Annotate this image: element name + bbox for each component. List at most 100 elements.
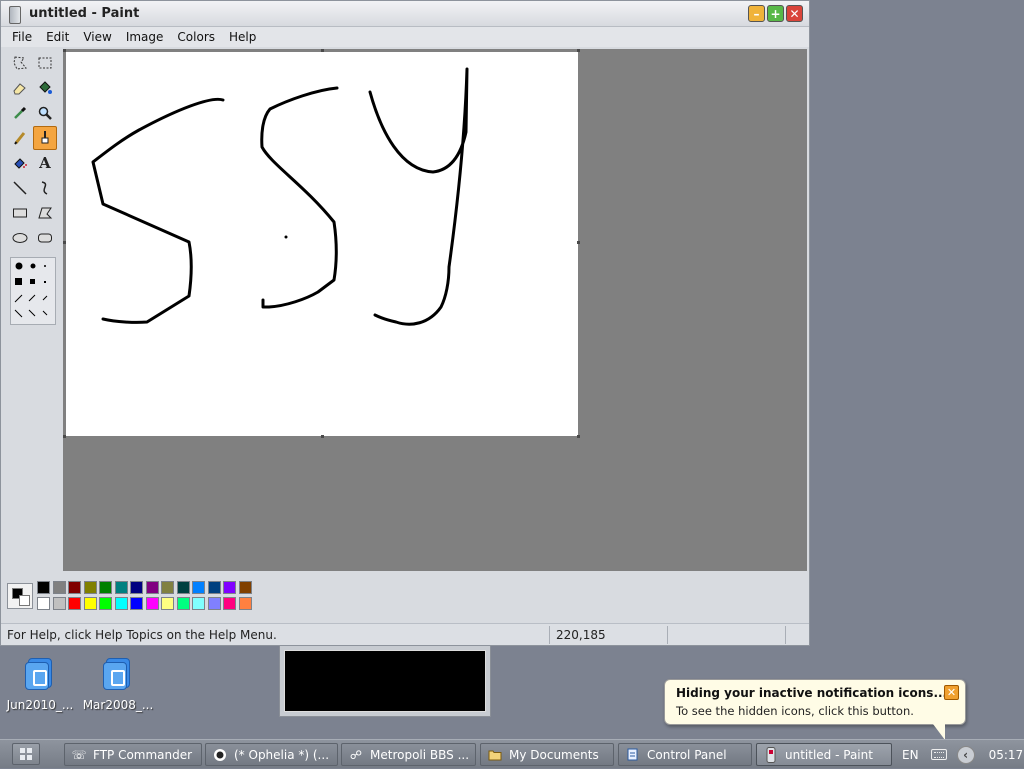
- toolbox: A: [5, 49, 61, 571]
- tool-fill-with-color[interactable]: [33, 76, 57, 100]
- color-swatch[interactable]: [52, 581, 66, 594]
- color-swatch[interactable]: [238, 596, 252, 610]
- resize-handle[interactable]: [577, 49, 580, 52]
- color-swatch[interactable]: [83, 596, 97, 610]
- task-control-panel[interactable]: Control Panel: [618, 743, 752, 766]
- menu-image[interactable]: Image: [119, 30, 171, 44]
- keyboard-icon[interactable]: [930, 749, 947, 760]
- line-icon: [13, 181, 27, 195]
- paint-icon: [763, 746, 779, 763]
- task-ftp-commander[interactable]: ☏ FTP Commander: [64, 743, 202, 766]
- color-swatch[interactable]: [114, 581, 128, 594]
- status-help-text: For Help, click Help Topics on the Help …: [7, 627, 277, 642]
- canvas-area[interactable]: [63, 49, 807, 571]
- menu-view[interactable]: View: [76, 30, 118, 44]
- color-swatch[interactable]: [52, 596, 66, 610]
- show-hidden-icons-button[interactable]: ‹: [956, 745, 975, 764]
- color-swatch[interactable]: [99, 596, 112, 610]
- tool-rectangle[interactable]: [8, 201, 32, 225]
- drawing-canvas[interactable]: [66, 52, 578, 436]
- color-swatch[interactable]: [207, 596, 221, 610]
- desktop-icon-mar2008[interactable]: Mar2008_...: [78, 656, 158, 712]
- resize-grip[interactable]: [785, 625, 809, 644]
- color-swatch[interactable]: [176, 596, 190, 610]
- eraser-icon: [13, 83, 26, 95]
- color-swatch[interactable]: [145, 581, 159, 594]
- task-metropoli-bbs[interactable]: ☍ Metropoli BBS ...: [341, 743, 476, 766]
- color-swatch[interactable]: [68, 581, 81, 594]
- color-swatch[interactable]: [161, 596, 174, 610]
- color-swatch[interactable]: [161, 581, 174, 594]
- task-media-player[interactable]: (* Ophelia *) (...: [205, 743, 338, 766]
- desktop-icon-label: Jun2010_...: [6, 698, 74, 712]
- tool-rounded-rectangle[interactable]: [33, 226, 57, 250]
- color-swatch[interactable]: [37, 596, 50, 610]
- color-swatch[interactable]: [192, 596, 205, 610]
- color-swatch[interactable]: [192, 581, 205, 594]
- resize-handle[interactable]: [577, 435, 580, 438]
- color-swatch[interactable]: [130, 596, 143, 610]
- color-swatch[interactable]: [130, 581, 143, 594]
- resize-handle[interactable]: [321, 49, 324, 52]
- media-player-icon: [212, 747, 228, 763]
- tool-free-form-select[interactable]: [8, 51, 32, 75]
- resize-handle[interactable]: [577, 241, 580, 244]
- free-select-icon: [13, 56, 27, 70]
- color-swatch[interactable]: [83, 581, 97, 594]
- tool-airbrush[interactable]: [8, 151, 32, 175]
- color-swatch[interactable]: [238, 581, 252, 594]
- menu-colors[interactable]: Colors: [170, 30, 222, 44]
- menu-edit[interactable]: Edit: [39, 30, 76, 44]
- color-swatch[interactable]: [145, 596, 159, 610]
- menu-file[interactable]: File: [5, 30, 39, 44]
- tool-pencil[interactable]: [8, 126, 32, 150]
- document-icon: [23, 656, 57, 692]
- balloon-title: Hiding your inactive notification icons.…: [676, 686, 948, 700]
- maximize-button[interactable]: +: [767, 5, 784, 22]
- color-swatch[interactable]: [114, 596, 128, 610]
- current-colors[interactable]: [7, 583, 33, 609]
- color-swatch[interactable]: [223, 581, 236, 594]
- start-button[interactable]: [12, 743, 40, 765]
- task-untitled-paint[interactable]: untitled - Paint: [756, 743, 892, 766]
- color-swatch[interactable]: [37, 581, 50, 594]
- notification-balloon[interactable]: Hiding your inactive notification icons.…: [664, 679, 966, 740]
- balloon-text: To see the hidden icons, click this butt…: [676, 704, 914, 718]
- folder-icon: [487, 747, 503, 763]
- balloon-close-button[interactable]: ✕: [944, 685, 959, 700]
- brush-shape-options: [10, 257, 56, 325]
- status-coordinates: 220,185: [549, 625, 667, 644]
- task-my-documents[interactable]: My Documents: [480, 743, 614, 766]
- menu-help[interactable]: Help: [222, 30, 263, 44]
- tool-magnifier[interactable]: [33, 101, 57, 125]
- minimize-button[interactable]: –: [748, 5, 765, 22]
- resize-handle[interactable]: [63, 49, 66, 52]
- close-button[interactable]: ✕: [786, 5, 803, 22]
- color-swatch[interactable]: [223, 596, 236, 610]
- tool-ellipse[interactable]: [8, 226, 32, 250]
- resize-handle[interactable]: [63, 241, 66, 244]
- desktop-icon-jun2010[interactable]: Jun2010_...: [0, 656, 80, 712]
- tool-polygon[interactable]: [33, 201, 57, 225]
- tool-eraser[interactable]: [8, 76, 32, 100]
- task-label: untitled - Paint: [785, 747, 873, 762]
- language-indicator[interactable]: EN: [902, 748, 919, 762]
- color-swatch[interactable]: [207, 581, 221, 594]
- text-icon: A: [39, 154, 51, 172]
- tool-text[interactable]: A: [33, 151, 57, 175]
- system-tray: EN ‹ 05:17: [900, 740, 1023, 769]
- tool-brush[interactable]: [33, 126, 57, 150]
- color-swatch[interactable]: [176, 581, 190, 594]
- tool-select[interactable]: [33, 51, 57, 75]
- resize-handle[interactable]: [321, 435, 324, 438]
- tool-curve[interactable]: [33, 176, 57, 200]
- color-swatch[interactable]: [99, 581, 112, 594]
- resize-handle[interactable]: [63, 435, 66, 438]
- title-bar[interactable]: untitled - Paint – + ✕: [1, 1, 809, 27]
- tool-pick-color[interactable]: [8, 101, 32, 125]
- color-swatch[interactable]: [68, 596, 81, 610]
- rect-select-icon: [38, 57, 52, 69]
- task-label: (* Ophelia *) (...: [234, 747, 330, 762]
- clock[interactable]: 05:17: [989, 748, 1024, 762]
- tool-line[interactable]: [8, 176, 32, 200]
